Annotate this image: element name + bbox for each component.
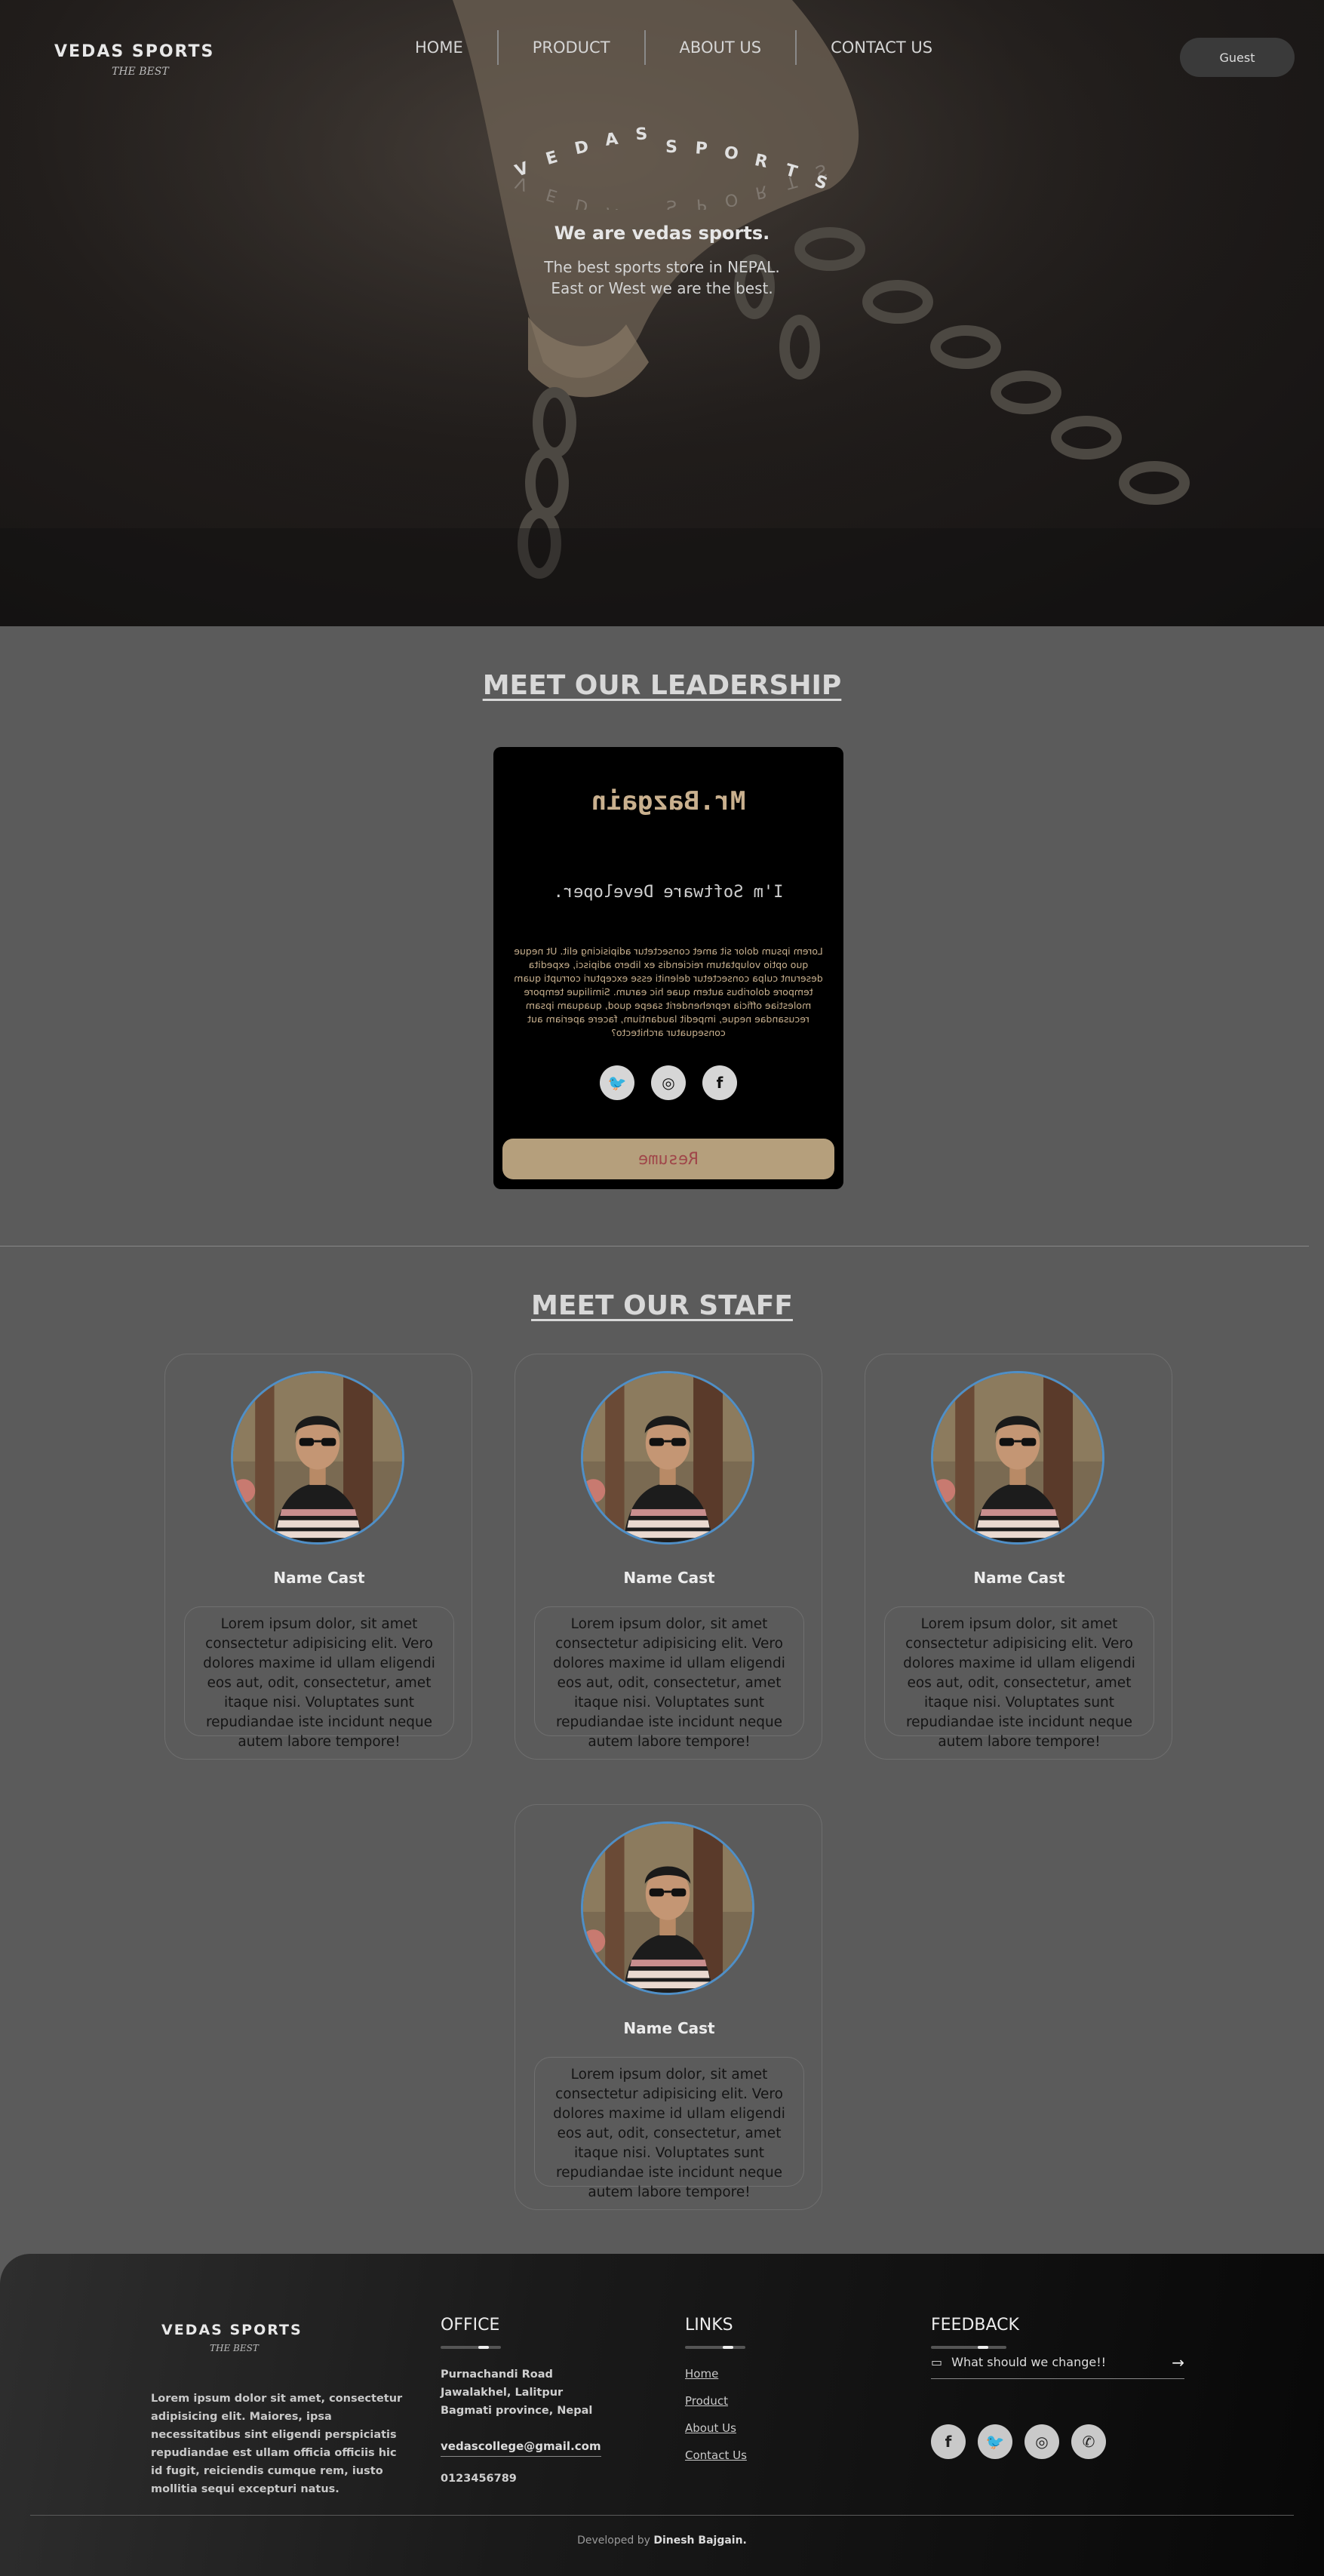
footer-phone: 0123456789 xyxy=(441,2473,517,2485)
twitter-icon[interactable]: 🐦 xyxy=(600,1065,634,1100)
facebook-icon[interactable]: f xyxy=(702,1065,737,1100)
brand-letter: A xyxy=(604,203,618,210)
brand-letter: V xyxy=(513,172,530,194)
resume-label: Resume xyxy=(638,1149,699,1169)
brand-letter: R xyxy=(754,181,769,202)
staff-name: Name Cast xyxy=(973,1569,1065,1587)
brand-letter: D xyxy=(573,195,590,210)
office-address: Purnachandi Road Jawalakhel, Lalitpur Ba… xyxy=(441,2365,592,2420)
resume-button[interactable]: Resume xyxy=(502,1139,834,1179)
brand-letter: O xyxy=(723,189,739,210)
brand-arc-title: VEDASSPORTS VEDASSPORTS xyxy=(513,127,830,210)
message-icon: ▭ xyxy=(931,2355,943,2369)
brand-letter: E xyxy=(544,184,559,205)
developer-credit: Developed by Dinesh Bajgain. xyxy=(0,2535,1324,2547)
brand-letter: R xyxy=(753,151,770,172)
address-line: Bagmati province, Nepal xyxy=(441,2405,593,2417)
hero-subtext: The best sports store in NEPAL. East or … xyxy=(0,257,1324,299)
hero-line-2: East or West we are the best. xyxy=(551,279,773,297)
section-divider xyxy=(0,1246,1309,1247)
main-nav: HOME PRODUCT ABOUT US CONTACT US xyxy=(381,30,966,65)
whatsapp-icon[interactable]: ✆ xyxy=(1071,2424,1106,2459)
feedback-input[interactable] xyxy=(951,2355,1166,2369)
brand-letter: D xyxy=(573,137,591,158)
staff-name: Name Cast xyxy=(623,1569,715,1587)
staff-bio: Lorem ipsum dolor, sit amet consectetur … xyxy=(534,1606,804,1750)
credit-name[interactable]: Dinesh Bajgain. xyxy=(653,2535,747,2547)
brand-letter: S xyxy=(635,127,649,144)
staff-card: Name Cast Lorem ipsum dolor, sit amet co… xyxy=(164,1354,472,1760)
address-line: Jawalakhel, Lalitpur xyxy=(441,2387,564,2399)
hero-background-image xyxy=(0,0,1324,626)
staff-name: Name Cast xyxy=(623,2019,715,2037)
brand-letter: A xyxy=(604,130,619,150)
links-underline xyxy=(685,2346,745,2349)
brand-letter: S xyxy=(636,209,648,210)
leader-social-links: 🐦 ◎ f xyxy=(493,1065,843,1100)
nav-contact-us[interactable]: CONTACT US xyxy=(797,30,966,65)
links-heading: LINKS xyxy=(685,2316,733,2335)
brand-letter: E xyxy=(544,148,560,169)
hero-section: VEDAS SPORTS THE BEST HOME PRODUCT ABOUT… xyxy=(0,0,1324,626)
leader-role: I'm Software Developer. xyxy=(553,883,784,902)
staff-title: MEET OUR STAFF xyxy=(531,1290,793,1321)
instagram-icon[interactable]: ◎ xyxy=(1024,2424,1059,2459)
feedback-form: ▭ → xyxy=(931,2346,1184,2379)
leader-card: Mr.Bazgain I'm Software Developer. Lorem… xyxy=(493,747,843,1189)
footer-divider xyxy=(30,2515,1294,2516)
brand-letter: S xyxy=(666,196,677,210)
credit-prefix: Developed by xyxy=(577,2535,650,2547)
office-underline xyxy=(441,2346,501,2349)
staff-card: Name Cast Lorem ipsum dolor, sit amet co… xyxy=(865,1354,1172,1760)
logo-text: VEDAS SPORTS xyxy=(54,42,215,61)
staff-avatar xyxy=(931,1371,1104,1545)
leader-name: Mr.Bazgain xyxy=(591,786,746,816)
brand-letter: P xyxy=(696,195,707,210)
leader-description: Lorem ipsum dolor sit amet consectetur a… xyxy=(514,945,823,1038)
footer-logo-text: VEDAS SPORTS xyxy=(161,2322,303,2338)
logo-tagline: THE BEST xyxy=(112,66,169,78)
footer-about-text: Lorem ipsum dolor sit amet, consectetur … xyxy=(151,2393,403,2495)
staff-bio: Lorem ipsum dolor, sit amet consectetur … xyxy=(884,1606,1154,1750)
footer-link-about-us[interactable]: About Us xyxy=(685,2421,736,2435)
feedback-heading: FEEDBACK xyxy=(931,2316,1019,2335)
header-logo[interactable]: VEDAS SPORTS THE BEST xyxy=(54,42,228,78)
nav-home[interactable]: HOME xyxy=(381,30,497,65)
site-footer: VEDAS SPORTS THE BEST Lorem ipsum dolor … xyxy=(0,2254,1324,2576)
staff-avatar xyxy=(581,1371,754,1545)
footer-social-links: f 🐦 ◎ ✆ xyxy=(931,2424,1106,2459)
staff-avatar xyxy=(231,1371,404,1545)
instagram-icon[interactable]: ◎ xyxy=(651,1065,686,1100)
nav-product[interactable]: PRODUCT xyxy=(499,30,644,65)
logo-wordmark: VEDAS SPORTS xyxy=(54,42,228,61)
footer-email[interactable]: vedascollege@gmail.com xyxy=(441,2439,601,2457)
hero-headline: We are vedas sports. xyxy=(554,223,770,244)
facebook-icon[interactable]: f xyxy=(931,2424,966,2459)
leadership-title: MEET OUR LEADERSHIP xyxy=(482,670,842,701)
footer-logo[interactable]: VEDAS SPORTS THE BEST xyxy=(161,2322,303,2353)
brand-letter: O xyxy=(723,143,739,164)
address-line: Purnachandi Road xyxy=(441,2369,553,2381)
staff-card: Name Cast Lorem ipsum dolor, sit amet co… xyxy=(515,1354,822,1760)
guest-button[interactable]: Guest xyxy=(1180,38,1295,77)
office-heading: OFFICE xyxy=(441,2316,500,2335)
brand-letter: S xyxy=(813,160,829,181)
hero-line-1: The best sports store in NEPAL. xyxy=(544,258,780,276)
brand-letter: S xyxy=(665,138,677,157)
staff-bio: Lorem ipsum dolor, sit amet consectetur … xyxy=(184,1606,454,1750)
footer-link-contact-us[interactable]: Contact Us xyxy=(685,2448,747,2462)
footer-logo-tagline: THE BEST xyxy=(210,2343,259,2353)
arrow-right-icon[interactable]: → xyxy=(1172,2353,1184,2372)
staff-card: Name Cast Lorem ipsum dolor, sit amet co… xyxy=(515,1804,822,2210)
staff-name: Name Cast xyxy=(273,1569,365,1587)
nav-about-us[interactable]: ABOUT US xyxy=(646,30,796,65)
twitter-icon[interactable]: 🐦 xyxy=(978,2424,1012,2459)
footer-logo-wordmark: VEDAS SPORTS xyxy=(161,2322,303,2338)
staff-bio: Lorem ipsum dolor, sit amet consectetur … xyxy=(534,2057,804,2200)
staff-avatar xyxy=(581,1821,754,1995)
footer-link-product[interactable]: Product xyxy=(685,2394,728,2408)
brand-letter: T xyxy=(783,171,799,192)
brand-letter: P xyxy=(695,139,708,158)
footer-link-home[interactable]: Home xyxy=(685,2367,718,2381)
